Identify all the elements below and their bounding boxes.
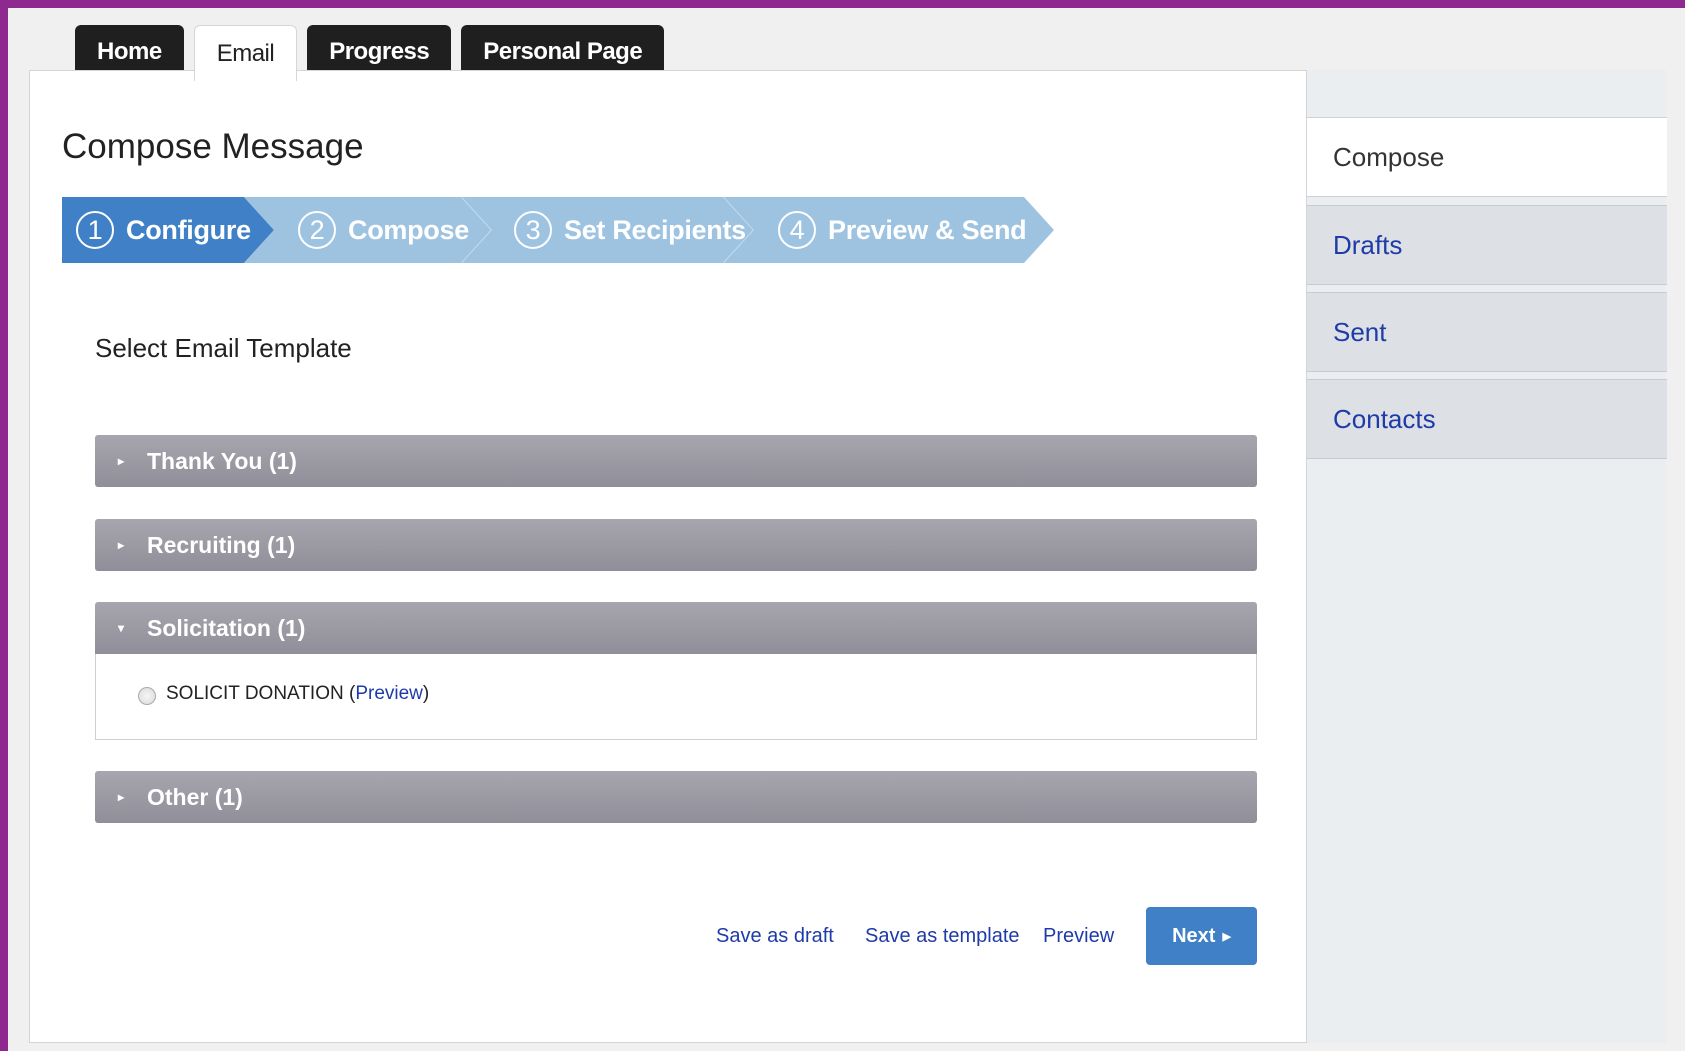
caret-right-icon: ▸	[117, 454, 125, 468]
sidebar-item-compose[interactable]: Compose	[1307, 117, 1667, 197]
step-preview-send[interactable]: 4 Preview & Send	[724, 197, 1054, 263]
category-label: Solicitation (1)	[147, 614, 306, 641]
sidebar-item-sent[interactable]: Sent	[1307, 292, 1667, 372]
caret-right-icon: ▸	[117, 538, 125, 552]
template-preview-link[interactable]: Preview	[355, 683, 423, 704]
step-label: Compose	[348, 214, 469, 245]
step-number: 4	[778, 211, 816, 249]
sidebar-item-drafts[interactable]: Drafts	[1307, 205, 1667, 285]
category-label: Other (1)	[147, 783, 243, 810]
chevron-right-icon: ▶	[1222, 930, 1231, 943]
step-label: Configure	[126, 214, 251, 245]
save-template-link[interactable]: Save as template	[865, 925, 1020, 948]
app-frame: Home Email Progress Personal Page Compos…	[8, 8, 1685, 1051]
category-other[interactable]: ▸ Other (1)	[95, 771, 1257, 823]
caret-down-icon: ▾	[117, 621, 125, 635]
step-compose[interactable]: 2 Compose	[244, 197, 492, 263]
step-label: Preview & Send	[828, 214, 1027, 245]
template-radio[interactable]	[138, 687, 156, 705]
email-sidebar: Compose Drafts Sent Contacts	[1306, 70, 1667, 1043]
category-label: Recruiting (1)	[147, 531, 296, 558]
tab-email[interactable]: Email	[193, 25, 298, 81]
save-draft-link[interactable]: Save as draft	[716, 925, 834, 948]
step-configure[interactable]: 1 Configure	[62, 197, 274, 263]
page-title: Compose Message	[62, 127, 364, 166]
solicitation-panel: SOLICIT DONATION (Preview)	[95, 654, 1257, 740]
next-label: Next	[1172, 924, 1216, 947]
category-label: Thank You (1)	[147, 447, 297, 474]
next-button[interactable]: Next ▶	[1146, 907, 1257, 965]
caret-right-icon: ▸	[117, 790, 125, 804]
step-number: 2	[298, 211, 336, 249]
preview-link[interactable]: Preview	[1043, 925, 1114, 948]
section-label: Select Email Template	[95, 333, 352, 363]
step-set-recipients[interactable]: 3 Set Recipients	[462, 197, 754, 263]
paren-close: )	[422, 683, 430, 704]
sidebar-item-contacts[interactable]: Contacts	[1307, 379, 1667, 459]
category-solicitation[interactable]: ▾ Solicitation (1)	[95, 602, 1257, 654]
wizard-stepper: 1 Configure 2 Compose 3 Set Recipients 4…	[62, 197, 1112, 263]
category-thank-you[interactable]: ▸ Thank You (1)	[95, 435, 1257, 487]
step-number: 1	[76, 211, 114, 249]
template-option: SOLICIT DONATION (Preview)	[166, 683, 429, 705]
template-name: SOLICIT DONATION	[166, 683, 344, 704]
category-recruiting[interactable]: ▸ Recruiting (1)	[95, 519, 1257, 571]
step-label: Set Recipients	[564, 214, 746, 245]
step-number: 3	[514, 211, 552, 249]
